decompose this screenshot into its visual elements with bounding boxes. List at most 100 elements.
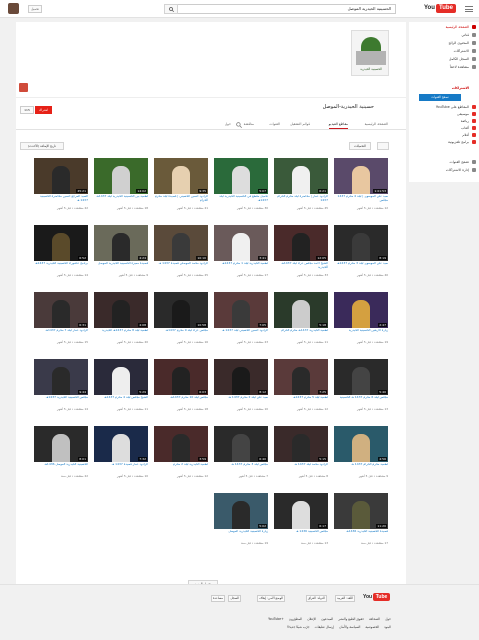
footer-youtube-logo[interactable]: You Tube bbox=[363, 593, 391, 603]
guide-item-home[interactable]: الصفحة الرئيسية bbox=[414, 24, 476, 31]
video-title[interactable]: الرادود حسين الحسيني | قصيدة ليلة محرم ا… bbox=[154, 195, 208, 205]
video-card[interactable]: 6:31 الرادود عمار ليلة 7 محرم 1437هـ 15 مش… bbox=[34, 292, 88, 356]
guide-item-subscriptions[interactable]: الاشتراكات bbox=[414, 48, 476, 55]
guide-sub-item[interactable]: أفلام bbox=[414, 132, 476, 139]
video-thumbnail[interactable]: 2:47 bbox=[334, 292, 388, 328]
guide-item-my-channel[interactable]: قناتي bbox=[414, 32, 476, 39]
video-card[interactable]: 5:29 الشيخ مجلس ليلة 4 محرم 1437هـ 11 مشاه… bbox=[94, 359, 148, 423]
video-thumbnail[interactable]: 9:35 bbox=[154, 158, 208, 194]
video-card[interactable]: 9:44 مجلس الحسينية الحيدرية 1437هـ 14 مشاه… bbox=[34, 359, 88, 423]
video-title[interactable]: قصيدة الحسينية الحيدرية 1436هـ bbox=[334, 530, 388, 540]
language-button[interactable]: اللغة: العربية bbox=[335, 595, 355, 602]
tab-about[interactable]: حول bbox=[225, 122, 231, 126]
video-thumbnail[interactable]: 6:31 bbox=[34, 292, 88, 328]
video-thumbnail[interactable]: 7:05 bbox=[214, 292, 268, 328]
subscribe-button[interactable]: اشتراك bbox=[35, 106, 52, 114]
video-title[interactable]: مجلس ليلة 3 محرم 1437 هـ bbox=[214, 463, 268, 473]
video-title[interactable]: مجلس ليلة 6 محرم 1437 هـ الحسينية bbox=[334, 396, 388, 406]
guide-browse-channels[interactable]: تصفح القنوات bbox=[414, 159, 476, 166]
video-card[interactable]: 8:19 سيد علي الموسوي ليلة 3 محرم 1437هـ 40… bbox=[334, 225, 388, 289]
video-title[interactable]: السيد المرجع حسين محاضرة الحسينية 1437 ه… bbox=[34, 195, 88, 205]
upload-button[interactable]: تحميل bbox=[28, 5, 42, 13]
guide-item-history[interactable]: السجل الكامل bbox=[414, 56, 476, 63]
video-title[interactable]: الرادود عمار ليلة 7 محرم 1437هـ bbox=[34, 329, 88, 339]
guide-sub-item[interactable]: ألعاب bbox=[414, 125, 476, 132]
guide-menu-icon[interactable] bbox=[465, 6, 473, 12]
video-card[interactable]: 4:08 لطمية ليلة 8 محرم 1437هـ الحيدرية 20 … bbox=[94, 292, 148, 356]
video-card[interactable]: 1:01:53 سيد علي الموسوي | ليلة 4 محرم 143… bbox=[334, 158, 388, 222]
video-card[interactable]: 7:32 الرادود عمار قصيدة 1437 هـ 10 مشاهدة … bbox=[94, 426, 148, 490]
video-thumbnail[interactable]: 14:02 bbox=[94, 158, 148, 194]
video-card[interactable]: 7:25 لطمية ليلة 5 محرم 1437هـ 12 مشاهدة • … bbox=[274, 359, 328, 423]
grid-view-toggle[interactable] bbox=[377, 142, 389, 150]
tab-discussion[interactable]: مناقشة bbox=[244, 122, 254, 126]
guide-sub-item[interactable]: برامج تلفزيونية bbox=[414, 139, 476, 146]
video-title[interactable]: لطمية ليلة 5 محرم 1437هـ bbox=[274, 396, 328, 406]
video-title[interactable]: زيارة الاربعين الحسينية الحيدرية bbox=[334, 329, 388, 339]
sort-dropdown[interactable]: تاريخ الإضافة (الأحدث) bbox=[20, 142, 64, 150]
video-title[interactable]: لطمية الحيدرية 1437هـ محرم الحرام bbox=[274, 329, 328, 339]
video-thumbnail[interactable]: 5:29 bbox=[94, 359, 148, 395]
tab-channels[interactable]: القنوات bbox=[269, 122, 280, 126]
video-thumbnail[interactable]: 8:19 bbox=[334, 225, 388, 261]
search-input[interactable]: الحسينية الحيدرية الموصل bbox=[176, 4, 396, 14]
video-thumbnail[interactable]: 6:03 bbox=[154, 359, 208, 395]
video-title[interactable]: برنامج عاشوراء الحسينية الحيدرية 1437هـ bbox=[34, 262, 88, 272]
video-title[interactable]: لطمية محرم الحرام 1437 هـ bbox=[334, 463, 388, 473]
video-thumbnail[interactable]: 10:10 bbox=[154, 225, 208, 261]
video-title[interactable]: قصيدة مميزة الحسينية الحيدرية الموصل bbox=[94, 262, 148, 272]
video-title[interactable]: مجلس عزاء ليلة 9 محرم 1437هـ bbox=[154, 329, 208, 339]
video-thumbnail[interactable]: 6:52 bbox=[34, 225, 88, 261]
video-title[interactable]: سيد علي الموسوي | ليلة 4 محرم 1437 مجلس bbox=[334, 195, 388, 205]
video-card[interactable]: 14:02 لطمية بين الحسينية الحيدرية ليلة 14… bbox=[94, 158, 148, 222]
video-title[interactable]: لطمية ليلة 8 محرم 1437هـ الحيدرية bbox=[94, 329, 148, 339]
guide-sub-item[interactable]: موسيقى bbox=[414, 111, 476, 118]
video-card[interactable]: 8:01 الحسينية الحيدرية الموصل 1436هـ 22 مش… bbox=[34, 426, 88, 490]
video-title[interactable]: الرادود عمار قصيدة 1437 هـ bbox=[94, 463, 148, 473]
video-card[interactable]: 45:21 السيد المرجع حسين محاضرة الحسينية 1… bbox=[34, 158, 88, 222]
footer-link[interactable]: الخصوصية bbox=[365, 625, 379, 629]
country-button[interactable]: الدولة: العراق bbox=[305, 595, 327, 602]
video-card[interactable]: 6:40 مجلس ليلة 3 محرم 1437 هـ 7 مشاهدة • ق… bbox=[214, 426, 268, 490]
video-title[interactable]: لطمية الحيدرية ليلة 2 محرم bbox=[154, 463, 208, 473]
tab-playlists[interactable]: قوائم التشغيل bbox=[290, 122, 310, 126]
channel-name[interactable]: حسينية الحيدرية-الموصل bbox=[323, 104, 374, 110]
video-thumbnail[interactable]: 6:40 bbox=[214, 426, 268, 462]
footer-link[interactable]: +YouTube bbox=[268, 617, 284, 621]
video-card[interactable]: 5:15 الرادود محمد ليلة 1437 هـ 8 مشاهدة • … bbox=[274, 426, 328, 490]
video-thumbnail[interactable]: 5:07 bbox=[214, 158, 268, 194]
video-thumbnail[interactable]: 5:18 bbox=[274, 292, 328, 328]
video-thumbnail[interactable]: 1:01:53 bbox=[334, 158, 388, 194]
video-thumbnail[interactable]: 4:08 bbox=[94, 292, 148, 328]
video-title[interactable]: الحسينية الحيدرية الموصل 1436هـ bbox=[34, 463, 88, 473]
video-card[interactable]: 4:24 قصيدة مميزة الحسينية الحيدرية الموصل… bbox=[94, 225, 148, 289]
video-thumbnail[interactable]: 6:17 bbox=[274, 493, 328, 529]
video-title[interactable]: الرادود حسين الحسيني ليلة 1437 هـ bbox=[214, 329, 268, 339]
video-card[interactable]: 7:05 الرادود حسين الحسيني ليلة 1437 هـ 23 … bbox=[214, 292, 268, 356]
video-thumbnail[interactable]: 8:01 bbox=[34, 426, 88, 462]
video-card[interactable]: 5:18 لطمية الحيدرية 1437هـ محرم الحرام 11 … bbox=[274, 292, 328, 356]
video-thumbnail[interactable]: 11:20 bbox=[334, 493, 388, 529]
avatar[interactable] bbox=[8, 3, 19, 14]
video-card[interactable]: 10:58 مجلس عزاء ليلة 9 محرم 1437هـ 16 مشاه… bbox=[154, 292, 208, 356]
video-thumbnail[interactable]: 5:02 bbox=[214, 493, 268, 529]
video-card[interactable]: 5:40 مجلس ليلة 6 محرم 1437 هـ الحسينية 13 … bbox=[334, 359, 388, 423]
video-thumbnail[interactable]: 12:05 bbox=[274, 225, 328, 261]
video-title[interactable]: لطمية الحيدرية ليلة 1 محرم 1437هـ bbox=[214, 262, 268, 272]
video-title[interactable]: سيد علي ليلة 2 محرم 1437 هـ bbox=[214, 396, 268, 406]
guide-item-trending[interactable]: المحتوى الرائج bbox=[414, 40, 476, 47]
video-card[interactable]: 3:41 لطمية الحيدرية ليلة 1 محرم 1437هـ 17 … bbox=[214, 225, 268, 289]
video-card[interactable]: 4:56 لطمية محرم الحرام 1437 هـ 9 مشاهدة • … bbox=[334, 426, 388, 490]
video-card[interactable]: 12:05 الشيخ احمد مجلس عزاء ليلة 1437هـ ال… bbox=[274, 225, 328, 289]
footer-link[interactable]: المطوّرون bbox=[289, 617, 302, 621]
video-title[interactable]: مجلس الحسينية الحيدرية 1437هـ bbox=[34, 396, 88, 406]
video-card[interactable]: 6:21 الرادود عمار | محاضرة ليلة محرم الحر… bbox=[274, 158, 328, 222]
video-title[interactable]: سيد علي الموسوي ليلة 3 محرم 1437هـ bbox=[334, 262, 388, 272]
guide-sub-item[interactable]: رياضة bbox=[414, 118, 476, 125]
video-thumbnail[interactable]: 5:15 bbox=[274, 426, 328, 462]
video-thumbnail[interactable]: 6:21 bbox=[274, 158, 328, 194]
channel-logo[interactable]: الحسينية الحيدرية bbox=[351, 30, 389, 76]
safety-mode-button[interactable]: الوضع الآمن: إيقاف bbox=[256, 595, 285, 602]
help-button[interactable]: مساعدة bbox=[210, 595, 225, 602]
video-thumbnail[interactable]: 8:12 bbox=[214, 359, 268, 395]
